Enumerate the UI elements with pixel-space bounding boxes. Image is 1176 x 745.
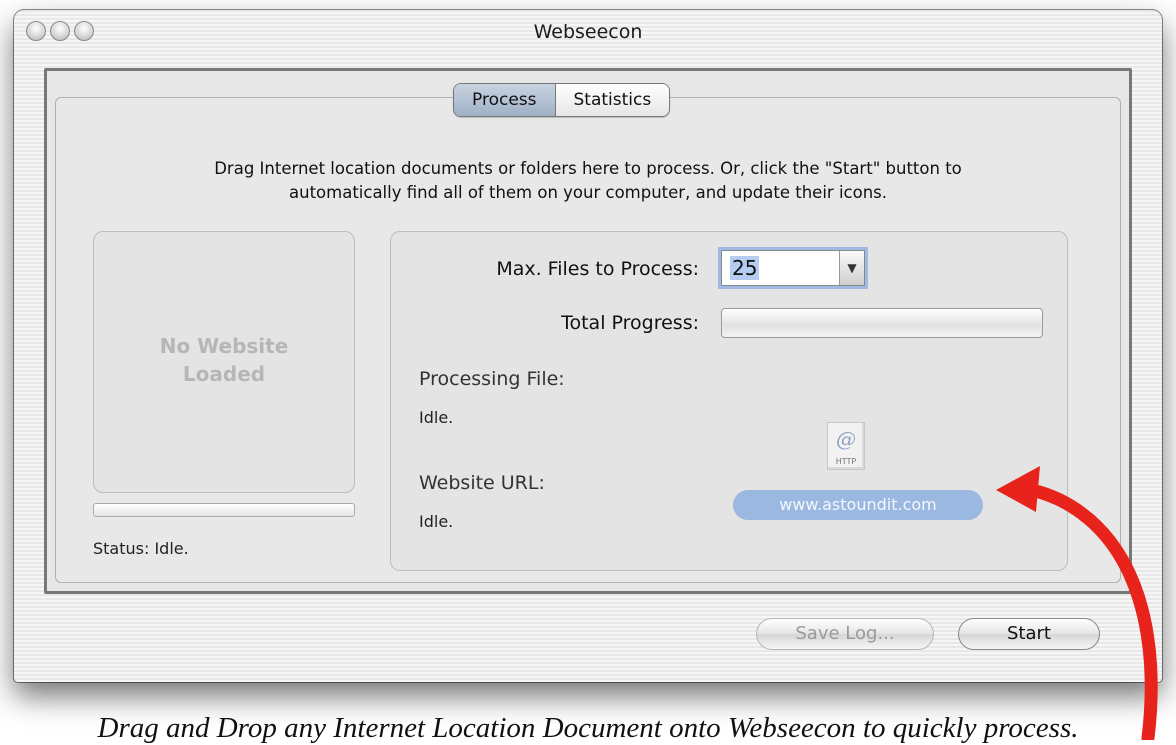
at-sign-icon: @ bbox=[836, 427, 856, 451]
http-icon-caption: HTTP bbox=[835, 457, 857, 466]
status-text: Status: Idle. bbox=[93, 539, 189, 558]
save-log-button[interactable]: Save Log... bbox=[756, 618, 934, 650]
tab-statistics[interactable]: Statistics bbox=[555, 84, 670, 116]
main-panel: Process Statistics Drag Internet locatio… bbox=[44, 68, 1132, 594]
processing-file-value: Idle. bbox=[419, 408, 454, 427]
instructions-text: Drag Internet location documents or fold… bbox=[87, 157, 1089, 205]
window-title: Webseecon bbox=[533, 21, 643, 43]
title-bar[interactable]: Webseecon bbox=[14, 10, 1162, 52]
chevron-down-icon[interactable]: ▼ bbox=[839, 251, 864, 285]
caption-text: Drag and Drop any Internet Location Docu… bbox=[97, 712, 1079, 744]
total-progress-label: Total Progress: bbox=[561, 312, 699, 334]
website-preview-well[interactable]: No Website Loaded bbox=[93, 231, 355, 493]
preview-placeholder-line-1: No Website bbox=[159, 334, 289, 358]
instructions-line-1: Drag Internet location documents or fold… bbox=[214, 159, 962, 178]
details-panel: Max. Files to Process: 25 ▼ Total Progre… bbox=[390, 231, 1068, 571]
preview-progress-bar bbox=[93, 503, 355, 517]
app-window: Webseecon Process Statistics Drag Intern… bbox=[14, 10, 1162, 682]
max-files-value[interactable]: 25 bbox=[730, 256, 760, 280]
dragged-url-label[interactable]: www.astoundit.com bbox=[733, 490, 983, 520]
max-files-select[interactable]: 25 ▼ bbox=[721, 250, 865, 286]
tab-bar: Process Statistics bbox=[453, 83, 671, 117]
max-files-label: Max. Files to Process: bbox=[496, 258, 699, 280]
start-button[interactable]: Start bbox=[958, 618, 1100, 650]
tab-process[interactable]: Process bbox=[454, 84, 556, 116]
website-url-label: Website URL: bbox=[419, 472, 545, 494]
total-progress-bar bbox=[721, 308, 1043, 338]
instructions-line-2: automatically find all of them on your c… bbox=[289, 183, 887, 202]
internet-location-document-icon[interactable]: @ HTTP bbox=[827, 422, 865, 470]
preview-placeholder: No Website Loaded bbox=[94, 332, 354, 388]
website-url-value: Idle. bbox=[419, 512, 454, 531]
preview-placeholder-line-2: Loaded bbox=[182, 362, 266, 386]
processing-file-label: Processing File: bbox=[419, 368, 565, 390]
